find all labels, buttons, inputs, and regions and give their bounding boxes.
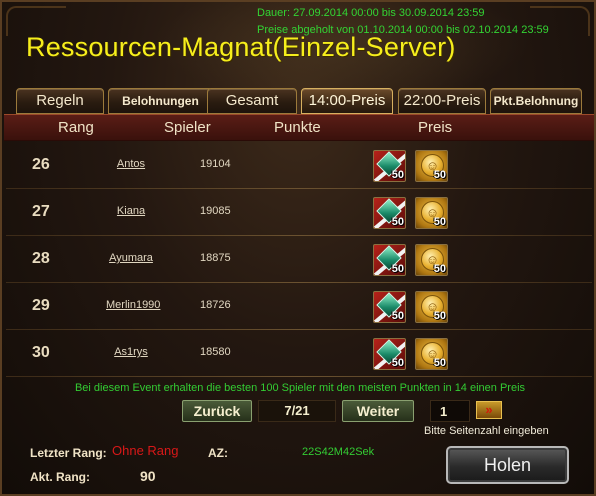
table-header: Rang Spieler Punkte Preis (4, 114, 594, 141)
page-indicator: 7/21 (258, 400, 336, 422)
player-link[interactable]: As1rys (106, 346, 156, 358)
rank-cell: 27 (32, 203, 50, 220)
table-row: 30 As1rys 18580 50 ☺ 50 (6, 330, 592, 377)
current-rank-value: 90 (140, 468, 156, 484)
table-row: 28 Ayumara 18875 50 ☺ 50 (6, 236, 592, 283)
tab-belohnungen[interactable]: Belohnungen (108, 88, 213, 114)
table-row: 27 Kiana 19085 50 ☺ 50 (6, 189, 592, 236)
prize-quantity: 50 (433, 310, 446, 322)
tab-14-uhr-preis[interactable]: 14:00-Preis (301, 88, 393, 114)
points-cell: 18726 (200, 299, 231, 311)
gem-crate-icon[interactable]: 50 (373, 338, 406, 370)
player-link[interactable]: Merlin1990 (106, 299, 160, 311)
ranking-table: 26 Antos 19104 50 ☺ 50 27 Kiana 19085 50 … (6, 142, 592, 378)
gold-coin-icon[interactable]: ☺ 50 (415, 338, 448, 370)
table-row: 26 Antos 19104 50 ☺ 50 (6, 142, 592, 189)
header-player: Spieler (164, 119, 211, 136)
header-rank: Rang (58, 119, 94, 136)
rank-cell: 30 (32, 344, 50, 361)
page-number-input[interactable] (430, 400, 470, 422)
header-prize: Preis (418, 119, 453, 136)
gem-crate-icon[interactable]: 50 (373, 244, 406, 276)
prev-page-button[interactable]: Zurück (182, 400, 252, 422)
table-row: 29 Merlin1990 18726 50 ☺ 50 (6, 283, 592, 330)
last-rank-label: Letzter Rang: (30, 446, 107, 460)
rank-cell: 26 (32, 156, 50, 173)
prize-quantity: 50 (391, 357, 404, 369)
az-label: AZ: (208, 446, 228, 460)
points-cell: 18875 (200, 252, 231, 264)
tab-22-uhr-preis[interactable]: 22:00-Preis (398, 88, 486, 114)
header-points: Punkte (274, 119, 321, 136)
player-link[interactable]: Ayumara (106, 252, 156, 264)
claim-button[interactable]: Holen (446, 446, 569, 484)
gem-crate-icon[interactable]: 50 (373, 150, 406, 182)
prize-quantity: 50 (433, 216, 446, 228)
gold-coin-icon[interactable]: ☺ 50 (415, 244, 448, 276)
event-duration: Dauer: 27.09.2014 00:00 bis 30.09.2014 2… (257, 7, 485, 19)
prize-quantity: 50 (433, 357, 446, 369)
prize-quantity: 50 (433, 263, 446, 275)
rank-cell: 29 (32, 297, 50, 314)
next-page-button[interactable]: Weiter (342, 400, 414, 422)
event-info: Bei diesem Event erhalten die besten 100… (74, 382, 526, 394)
go-to-page-button[interactable]: » (476, 401, 502, 419)
points-cell: 19085 (200, 205, 231, 217)
page-title: Ressourcen-Magnat(Einzel-Server) (26, 32, 456, 62)
rank-cell: 28 (32, 250, 50, 267)
points-cell: 19104 (200, 158, 231, 170)
prize-quantity: 50 (391, 310, 404, 322)
player-link[interactable]: Kiana (106, 205, 156, 217)
az-countdown: 22S42M42Sek (302, 446, 375, 458)
tab-pkt-belohnung[interactable]: Pkt.Belohnung (490, 88, 582, 114)
prize-quantity: 50 (433, 169, 446, 181)
current-rank-label: Akt. Rang: (30, 470, 90, 484)
points-cell: 18580 (200, 346, 231, 358)
prize-quantity: 50 (391, 263, 404, 275)
tab-gesamt[interactable]: Gesamt (207, 88, 297, 114)
player-link[interactable]: Antos (106, 158, 156, 170)
gold-coin-icon[interactable]: ☺ 50 (415, 197, 448, 229)
event-window: Dauer: 27.09.2014 00:00 bis 30.09.2014 2… (0, 0, 596, 496)
prize-quantity: 50 (391, 169, 404, 181)
gem-crate-icon[interactable]: 50 (373, 197, 406, 229)
page-input-hint: Bitte Seitenzahl eingeben (424, 425, 549, 437)
tab-regeln[interactable]: Regeln (16, 88, 104, 114)
prize-quantity: 50 (391, 216, 404, 228)
gold-coin-icon[interactable]: ☺ 50 (415, 291, 448, 323)
last-rank-value: Ohne Rang (112, 443, 179, 458)
gem-crate-icon[interactable]: 50 (373, 291, 406, 323)
gold-coin-icon[interactable]: ☺ 50 (415, 150, 448, 182)
